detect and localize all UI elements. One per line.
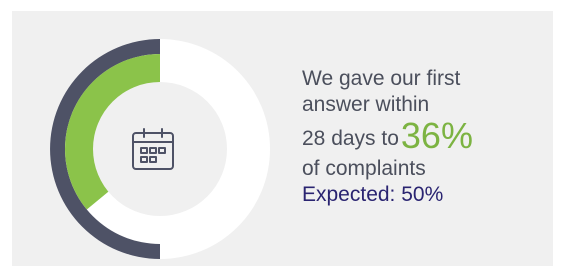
expected-value: Expected: 50% [302, 183, 444, 206]
stat-line-3-prefix: 28 days to [302, 127, 399, 150]
percent-value: 36% [400, 115, 473, 156]
stat-line-3: 28 days to36% [302, 118, 542, 156]
stat-line-4: of complaints [302, 157, 426, 180]
stat-line-1: We gave our first [302, 67, 461, 90]
stat-description: We gave our first answer within 28 days … [302, 66, 542, 208]
